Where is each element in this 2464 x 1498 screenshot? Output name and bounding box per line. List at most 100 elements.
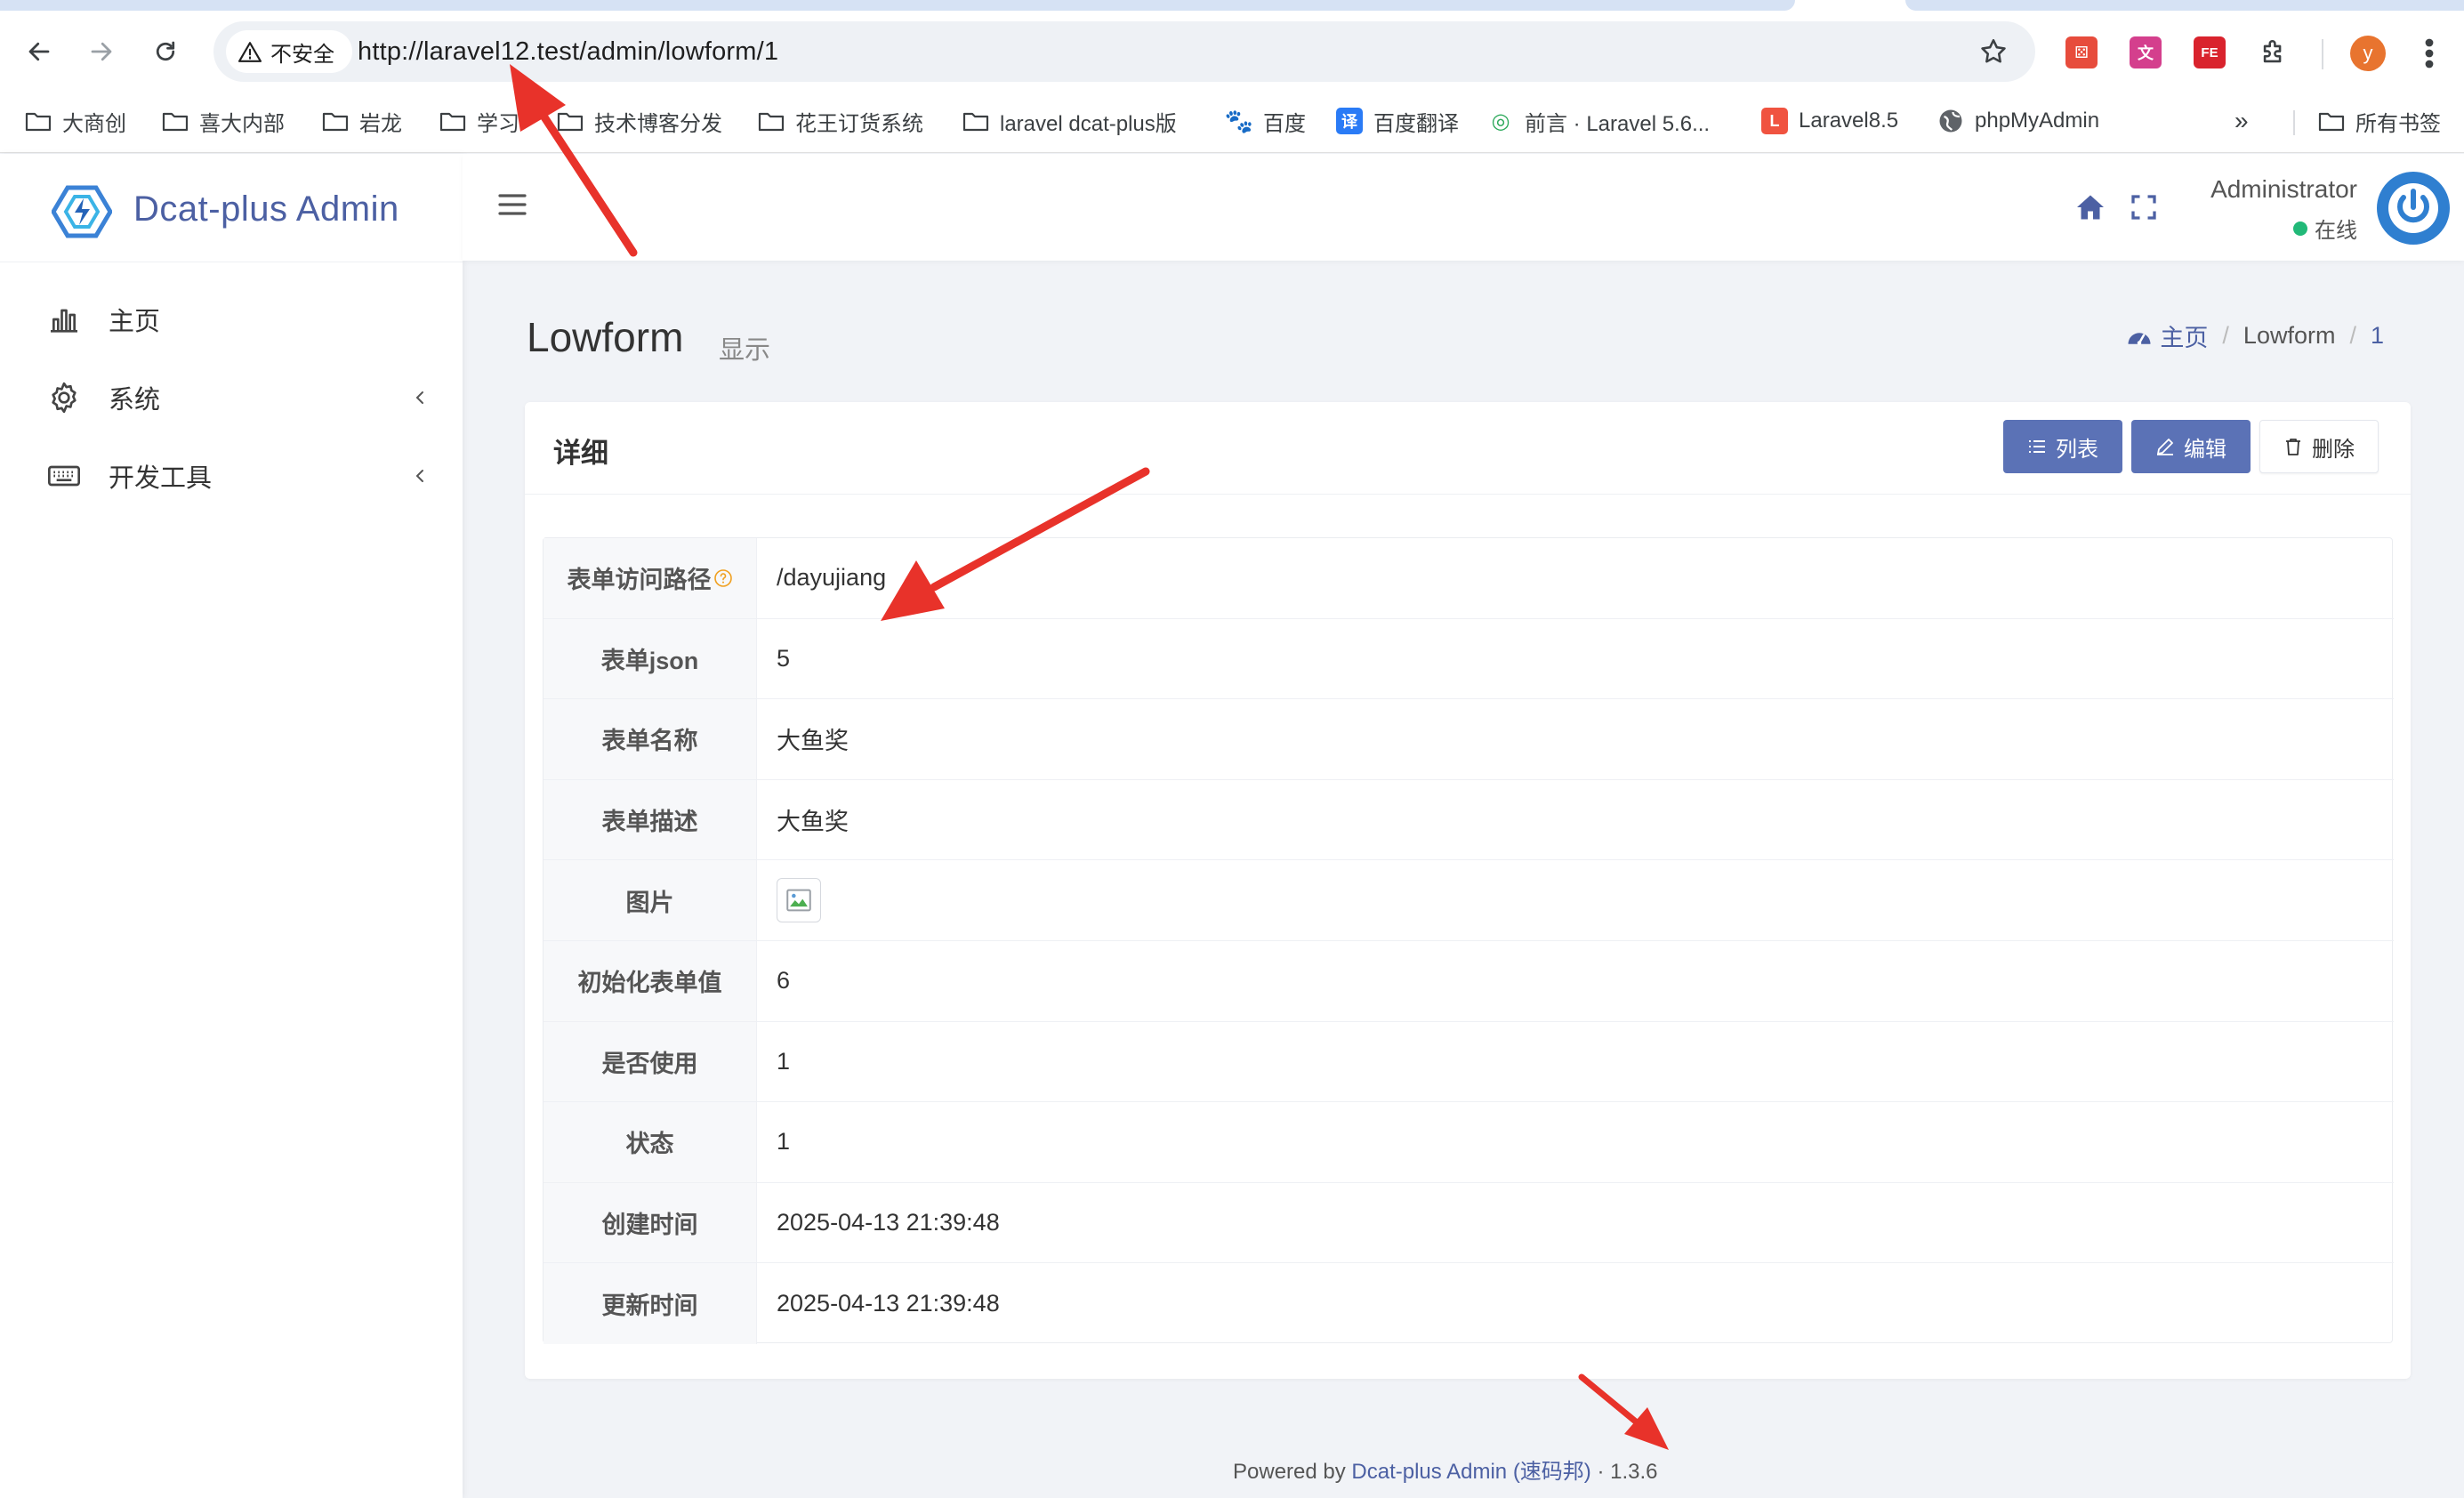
url-text[interactable]: http://laravel12.test/admin/lowform/1: [358, 21, 778, 82]
forward-button[interactable]: [82, 32, 121, 71]
bookmark-folder[interactable]: 大商创: [25, 103, 126, 139]
inactive-tab[interactable]: [1905, 0, 2464, 11]
folder-icon: [2318, 112, 2345, 132]
security-chip[interactable]: 不安全: [226, 30, 352, 73]
detail-table: 表单访问路径/dayujiang 表单json 5 表单名称 大鱼奖 表单描述 大鱼奖 图片初…: [543, 537, 2394, 1344]
bookmark-link[interactable]: 译 百度翻译: [1336, 103, 1459, 139]
field-label-text: 表单访问路径: [567, 567, 712, 594]
dice-icon[interactable]: ⚄: [2065, 36, 2098, 68]
online-dot: [2293, 221, 2307, 236]
fullscreen-icon[interactable]: [2128, 191, 2160, 223]
bookmark-folder[interactable]: 技术博客分发: [557, 103, 722, 139]
avatar[interactable]: [2377, 172, 2450, 245]
all-bookmarks[interactable]: 所有书签: [2318, 103, 2441, 139]
table-row: 是否使用 1: [544, 1021, 2394, 1103]
bookmark-folder[interactable]: laravel dcat-plus版: [962, 103, 1177, 139]
bookmark-label: 前言 · Laravel 5.6...: [1525, 111, 1711, 136]
list-icon: [2029, 440, 2045, 453]
bookmark-folder[interactable]: 岩龙: [322, 103, 402, 139]
bookmark-folder[interactable]: 花王订货系统: [758, 103, 923, 139]
breadcrumb-section[interactable]: Lowform: [2243, 322, 2336, 350]
table-row: 更新时间 2025-04-13 21:39:48: [544, 1263, 2394, 1344]
sidebar-item-label: 系统: [109, 386, 161, 415]
field-label-text: 状态: [625, 1131, 674, 1158]
breadcrumb-home[interactable]: 主页: [2126, 318, 2208, 353]
more-bookmarks-button[interactable]: »: [2235, 103, 2249, 139]
folder-icon: [439, 112, 466, 132]
bookmark-label: 喜大内部: [199, 111, 285, 136]
breadcrumb: 主页 / Lowform / 1: [2126, 318, 2384, 353]
field-label: 初始化表单值: [544, 941, 757, 1021]
footer: Powered by Dcat-plus Admin (速码邦) · 1.3.6: [1233, 1454, 1658, 1485]
tab-strip: [0, 0, 2464, 12]
field-value: 2025-04-13 21:39:48: [777, 1290, 1000, 1317]
globe-icon: [1939, 109, 1962, 133]
field-label: 表单访问路径: [544, 538, 757, 618]
bookmark-link[interactable]: ◎ 前言 · Laravel 5.6...: [1487, 103, 1711, 139]
field-value: 2025-04-13 21:39:48: [777, 1209, 1000, 1236]
keyboard-icon: [48, 465, 80, 487]
sidebar-item-home[interactable]: 主页: [0, 286, 463, 353]
gear-icon: [52, 382, 76, 414]
back-button[interactable]: [20, 32, 59, 71]
broken-image-icon[interactable]: [777, 878, 821, 923]
bookmark-folder[interactable]: 喜大内部: [162, 103, 285, 139]
fe-icon[interactable]: FE: [2194, 36, 2226, 68]
menu-toggle-icon[interactable]: [498, 193, 527, 216]
more-menu-icon[interactable]: [2424, 37, 2435, 69]
power-logo-icon: [2379, 174, 2447, 242]
reload-button[interactable]: [146, 32, 185, 71]
home-icon[interactable]: [2074, 191, 2106, 223]
folder-icon: [162, 112, 189, 132]
puzzle-icon[interactable]: [2258, 36, 2290, 68]
list-button-label: 列表: [2056, 437, 2098, 462]
field-value: 1: [777, 1128, 791, 1156]
active-tab[interactable]: [0, 0, 1795, 11]
list-button[interactable]: 列表: [2003, 420, 2122, 473]
sidebar-item-system[interactable]: 系统: [0, 364, 463, 431]
brand-name: Dcat-plus Admin: [133, 189, 399, 229]
bookmark-link[interactable]: phpMyAdmin: [1937, 103, 2099, 139]
folder-icon: [962, 112, 989, 132]
field-label: 是否使用: [544, 1021, 757, 1102]
user-name[interactable]: Administrator: [2210, 175, 2357, 204]
field-value: 大鱼奖: [777, 728, 849, 755]
bookmark-label: 岩龙: [359, 111, 402, 136]
folder-icon: [25, 112, 52, 132]
bookmark-label: laravel dcat-plus版: [1000, 111, 1177, 136]
toolbar-divider: [2322, 39, 2323, 69]
field-label: 图片: [544, 860, 757, 940]
brand[interactable]: Dcat-plus Admin: [0, 154, 463, 262]
bookmark-label: 花王订货系统: [795, 111, 923, 136]
bookmark-label: 大商创: [62, 111, 126, 136]
bookmark-link[interactable]: 🐾 百度: [1225, 103, 1306, 139]
footer-link[interactable]: Dcat-plus Admin (速码邦): [1351, 1460, 1590, 1484]
forward-arrow-icon: [91, 42, 112, 61]
field-value: 5: [777, 644, 791, 672]
user-status: 在线: [2293, 213, 2357, 244]
annotation-arrow-version: [1578, 1373, 1669, 1450]
help-icon[interactable]: [713, 568, 733, 588]
breadcrumb-separator: /: [2349, 322, 2356, 349]
profile-avatar[interactable]: y: [2350, 36, 2386, 71]
sidebar-item-dev-tools[interactable]: 开发工具: [0, 442, 463, 510]
bookmark-link[interactable]: L Laravel8.5: [1761, 103, 1898, 139]
edit-button[interactable]: 编辑: [2131, 420, 2251, 473]
bookmark-folder[interactable]: 学习: [439, 103, 519, 139]
bookmarks-bar: 大商创 喜大内部 岩龙 学习 技术博客分发 花王订货系统 laravel dca…: [0, 91, 2464, 153]
edit-button-label: 编辑: [2184, 437, 2226, 462]
table-row: 表单访问路径/dayujiang: [544, 538, 2394, 619]
card-title: 详细: [553, 438, 608, 469]
user-status-label: 在线: [2315, 219, 2357, 243]
bookmark-star-icon[interactable]: [1978, 36, 2009, 67]
field-label: 表单名称: [544, 699, 757, 779]
field-label: 表单描述: [544, 779, 757, 860]
delete-button[interactable]: 删除: [2259, 420, 2379, 473]
logo-icon: [52, 185, 112, 238]
bookmark-label: Laravel8.5: [1799, 109, 1899, 133]
address-bar[interactable]: 不安全 http://laravel12.test/admin/lowform/…: [213, 21, 2035, 82]
trash-icon: [2286, 439, 2300, 455]
field-label: 更新时间: [544, 1263, 757, 1344]
chevron-left-icon: [415, 391, 423, 404]
translate-ext-icon[interactable]: 文: [2130, 36, 2162, 68]
